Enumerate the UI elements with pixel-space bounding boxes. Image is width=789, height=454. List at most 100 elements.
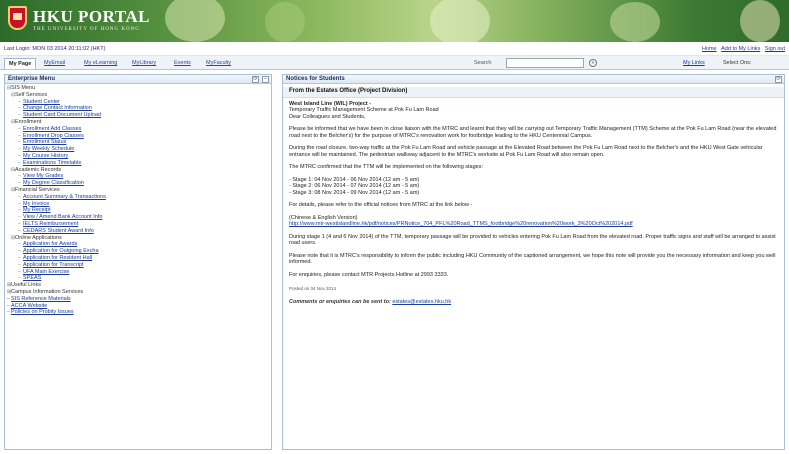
menu-item[interactable]: ⊞ Campus Information Services — [7, 289, 271, 296]
home-link[interactable]: Home — [702, 46, 717, 52]
menu-item[interactable]: ⊟ Self Services — [7, 92, 271, 99]
bullet-icon: – — [18, 139, 21, 146]
portal-subtitle: THE UNIVERSITY OF HONG KONG — [33, 27, 140, 32]
refresh-icon[interactable]: ⟳ — [775, 76, 782, 83]
bullet-icon: – — [18, 105, 21, 112]
menu-link[interactable]: Application for Resident Hall — [23, 255, 92, 261]
bullet-icon: – — [18, 125, 21, 132]
menu-link[interactable]: SIS Reference Materials — [11, 296, 71, 302]
posted-date: Posted on 04 Nov 2014 — [289, 286, 337, 291]
select-themes-label[interactable]: Select Ons: — [723, 60, 751, 66]
collapse-icon[interactable]: ⊟ — [11, 119, 15, 126]
login-bar: Last Login: MON 03 2014 20:11:02 (HKT) H… — [0, 42, 789, 56]
menu-link[interactable]: View / Amend Bank Account Info — [23, 214, 102, 220]
menu-link[interactable]: Enrollment Add Classes — [23, 126, 81, 132]
menu-link[interactable]: ACCA Website — [11, 303, 47, 309]
hku-crest-icon — [8, 6, 27, 30]
menu-link[interactable]: My Receipt — [23, 207, 51, 213]
menu-link[interactable]: Enrollment Drop Classes — [23, 133, 84, 139]
mtrc-notice-link[interactable]: http://www.mtr-westislandline.hk/pdf/not… — [289, 221, 778, 228]
menu-item: – ACCA Website — [7, 303, 271, 310]
menu-folder-label[interactable]: Enrollment — [15, 119, 41, 125]
menu-item[interactable]: ⊞ Useful Links — [7, 282, 271, 289]
menu-link[interactable]: Examinations Timetable — [23, 160, 81, 166]
menu-item: – Change Contact Information — [7, 105, 271, 112]
notices-title: Notices for Students — [286, 76, 345, 82]
menu-folder-label[interactable]: Financial Services — [15, 187, 60, 193]
menu-link[interactable]: Application for Transcript — [23, 262, 84, 268]
menu-link[interactable]: Application for Outgoing Excha — [23, 248, 99, 254]
menu-link[interactable]: Application for Awards — [23, 241, 77, 247]
stage-item: - Stage 3: 08 Nov 2014 - 09 Nov 2014 (12… — [289, 189, 420, 196]
menu-folder-label[interactable]: SIS Menu — [11, 85, 35, 91]
collapse-icon[interactable]: ⊟ — [11, 187, 15, 194]
menu-item: – View / Amend Bank Account Info — [7, 214, 271, 221]
bullet-icon: – — [18, 180, 21, 187]
menu-link[interactable]: Change Contact Information — [23, 105, 92, 111]
bullet-icon: – — [18, 146, 21, 153]
menu-item: – SPEAS — [7, 275, 271, 282]
menu-item: – My Receipt — [7, 207, 271, 214]
menu-folder-label[interactable]: Online Applications — [15, 235, 62, 241]
collapse-icon[interactable]: ⊟ — [11, 167, 15, 174]
add-to-my-links-link[interactable]: Add to My Links — [721, 46, 760, 52]
enterprise-menu-title: Enterprise Menu — [8, 76, 56, 82]
bullet-icon: – — [18, 241, 21, 248]
menu-link[interactable]: Student Center — [23, 99, 60, 105]
menu-link[interactable]: Student Card Document Upload — [23, 112, 101, 118]
menu-link[interactable]: IELTS Reimbursement — [23, 221, 78, 227]
menu-item: – My Degree Classification — [7, 180, 271, 187]
menu-item: – CEDARS Student Award Info — [7, 228, 271, 235]
bullet-icon: – — [18, 193, 21, 200]
menu-link[interactable]: UFA Main Exercise — [23, 269, 69, 275]
closing-line: Comments or enquiries can be sent to: es… — [289, 299, 778, 306]
tab-events[interactable]: Events — [170, 58, 195, 69]
my-links-link[interactable]: My Links — [683, 60, 705, 66]
tab-my-page[interactable]: My Page — [4, 58, 37, 69]
portal-banner: HKU PORTAL THE UNIVERSITY OF HONG KONG — [0, 0, 789, 42]
collapse-icon[interactable]: ⊟ — [11, 92, 15, 99]
tab-my-faculty[interactable]: MyFaculty — [202, 58, 235, 69]
expand-icon[interactable]: ⊞ — [7, 289, 11, 296]
menu-link[interactable]: Policies on Probity Issues — [11, 309, 74, 315]
collapse-icon[interactable]: ⊟ — [7, 85, 11, 92]
menu-folder-label[interactable]: Useful Links — [11, 282, 41, 288]
notice-paragraph: Please be informed that we have been in … — [289, 126, 777, 139]
menu-folder-label[interactable]: Self Services — [15, 92, 47, 98]
menu-link[interactable]: SPEAS — [23, 275, 41, 281]
menu-item: – Student Card Document Upload — [7, 112, 271, 119]
refresh-icon[interactable]: ⟳ — [252, 76, 259, 83]
menu-folder-label[interactable]: Campus Information Services — [11, 289, 83, 295]
minimize-icon[interactable]: – — [262, 76, 269, 83]
menu-link[interactable]: Enrollment Status — [23, 139, 66, 145]
tab-my-library[interactable]: MyLibrary — [128, 58, 160, 69]
menu-link[interactable]: My Course History — [23, 153, 68, 159]
estates-email-link[interactable]: estates@estates.hku.hk — [392, 299, 451, 305]
banner-decoration — [610, 2, 660, 42]
tab-my-email[interactable]: MyEmail — [40, 58, 69, 69]
menu-item: – Application for Awards — [7, 241, 271, 248]
banner-decoration — [430, 0, 490, 42]
expand-icon[interactable]: ⊞ — [7, 282, 11, 289]
menu-folder-label[interactable]: Academic Records — [15, 167, 61, 173]
notices-header: Notices for Students ⟳ — [283, 75, 784, 84]
menu-link[interactable]: My Degree Classification — [23, 180, 84, 186]
menu-item[interactable]: ⊟ Online Applications — [7, 235, 271, 242]
tab-my-elearning[interactable]: My eLearning — [80, 58, 121, 69]
bullet-icon: – — [18, 112, 21, 119]
menu-link[interactable]: CEDARS Student Award Info — [23, 228, 94, 234]
search-input[interactable] — [506, 58, 584, 68]
collapse-icon[interactable]: ⊟ — [11, 235, 15, 242]
menu-link[interactable]: My Invoice — [23, 201, 49, 207]
menu-item[interactable]: ⊟ Enrollment — [7, 119, 271, 126]
menu-item[interactable]: ⊟ SIS Menu — [7, 85, 271, 92]
menu-item[interactable]: ⊟ Financial Services — [7, 187, 271, 194]
menu-item[interactable]: ⊟ Academic Records — [7, 167, 271, 174]
menu-link[interactable]: My Weekly Schedule — [23, 146, 74, 152]
menu-link[interactable]: View My Grades — [23, 173, 63, 179]
notice-paragraph: During stage 1 (4 and 6 Nov 2014) of the… — [289, 233, 776, 247]
search-go-icon[interactable]: » — [589, 59, 597, 67]
sign-out-link[interactable]: Sign out — [765, 46, 785, 52]
bullet-icon: – — [18, 159, 21, 166]
menu-link[interactable]: Account Summary & Transactions — [23, 194, 106, 200]
